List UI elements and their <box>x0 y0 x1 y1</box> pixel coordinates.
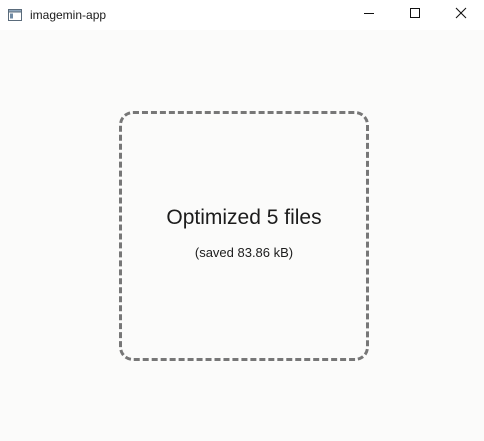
saved-size-label: (saved 83.86 kB) <box>194 245 294 260</box>
app-window-icon <box>8 8 22 21</box>
window-title: imagemin-app <box>30 8 107 22</box>
maximize-icon <box>409 6 421 24</box>
minimize-icon <box>363 6 375 24</box>
main-content: Optimized 5 files (saved 83.86 kB) <box>0 30 484 441</box>
close-icon <box>455 6 467 24</box>
maximize-button[interactable] <box>392 0 438 30</box>
optimization-status: Optimized 5 files <box>166 206 322 229</box>
title-bar[interactable]: imagemin-app <box>0 0 484 30</box>
app-window: imagemin-app Optimized 5 files (saved 83… <box>0 0 484 441</box>
minimize-button[interactable] <box>346 0 392 30</box>
file-drop-zone[interactable]: Optimized 5 files (saved 83.86 kB) <box>119 111 369 361</box>
close-button[interactable] <box>438 0 484 30</box>
